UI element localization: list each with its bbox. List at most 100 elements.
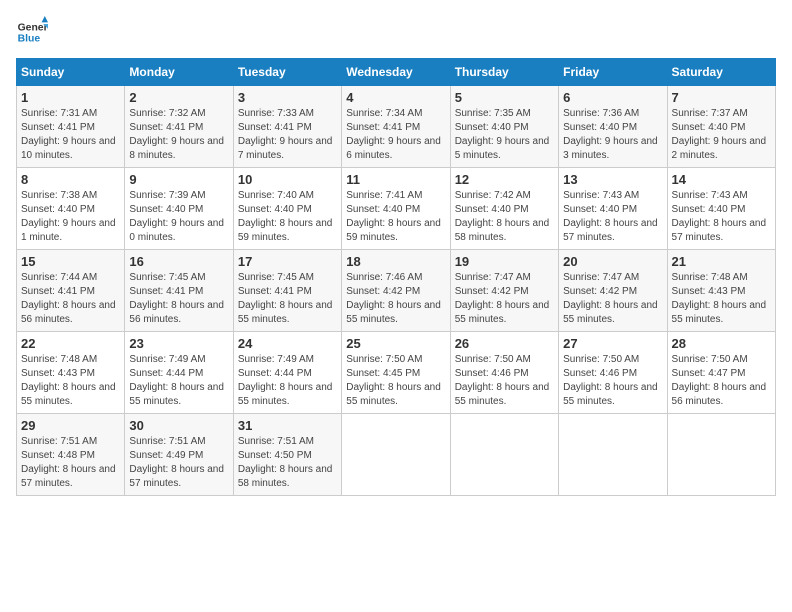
- day-number: 24: [238, 336, 337, 351]
- day-info: Sunrise: 7:49 AMSunset: 4:44 PMDaylight:…: [238, 354, 333, 407]
- calendar-cell: 23 Sunrise: 7:49 AMSunset: 4:44 PMDaylig…: [125, 332, 233, 414]
- day-number: 14: [672, 172, 771, 187]
- day-number: 29: [21, 418, 120, 433]
- day-info: Sunrise: 7:50 AMSunset: 4:45 PMDaylight:…: [346, 354, 441, 407]
- calendar-cell: 15 Sunrise: 7:44 AMSunset: 4:41 PMDaylig…: [17, 250, 125, 332]
- day-info: Sunrise: 7:40 AMSunset: 4:40 PMDaylight:…: [238, 190, 333, 243]
- day-info: Sunrise: 7:31 AMSunset: 4:41 PMDaylight:…: [21, 108, 116, 161]
- weekday-header-friday: Friday: [559, 59, 667, 86]
- day-info: Sunrise: 7:47 AMSunset: 4:42 PMDaylight:…: [563, 272, 658, 325]
- calendar-cell: 3 Sunrise: 7:33 AMSunset: 4:41 PMDayligh…: [233, 86, 341, 168]
- day-info: Sunrise: 7:51 AMSunset: 4:50 PMDaylight:…: [238, 436, 333, 489]
- day-number: 10: [238, 172, 337, 187]
- weekday-header-tuesday: Tuesday: [233, 59, 341, 86]
- day-info: Sunrise: 7:38 AMSunset: 4:40 PMDaylight:…: [21, 190, 116, 243]
- day-info: Sunrise: 7:50 AMSunset: 4:46 PMDaylight:…: [455, 354, 550, 407]
- calendar-cell: 8 Sunrise: 7:38 AMSunset: 4:40 PMDayligh…: [17, 168, 125, 250]
- weekday-header-sunday: Sunday: [17, 59, 125, 86]
- calendar-cell: [559, 414, 667, 496]
- day-number: 22: [21, 336, 120, 351]
- calendar-cell: 26 Sunrise: 7:50 AMSunset: 4:46 PMDaylig…: [450, 332, 558, 414]
- day-info: Sunrise: 7:46 AMSunset: 4:42 PMDaylight:…: [346, 272, 441, 325]
- day-number: 16: [129, 254, 228, 269]
- calendar-cell: 21 Sunrise: 7:48 AMSunset: 4:43 PMDaylig…: [667, 250, 775, 332]
- day-number: 31: [238, 418, 337, 433]
- day-number: 13: [563, 172, 662, 187]
- day-number: 19: [455, 254, 554, 269]
- day-info: Sunrise: 7:51 AMSunset: 4:49 PMDaylight:…: [129, 436, 224, 489]
- day-number: 8: [21, 172, 120, 187]
- calendar-cell: 16 Sunrise: 7:45 AMSunset: 4:41 PMDaylig…: [125, 250, 233, 332]
- day-info: Sunrise: 7:33 AMSunset: 4:41 PMDaylight:…: [238, 108, 333, 161]
- day-number: 2: [129, 90, 228, 105]
- day-number: 28: [672, 336, 771, 351]
- svg-text:Blue: Blue: [18, 34, 41, 45]
- day-number: 18: [346, 254, 445, 269]
- weekday-header-monday: Monday: [125, 59, 233, 86]
- calendar-cell: [667, 414, 775, 496]
- calendar-cell: 30 Sunrise: 7:51 AMSunset: 4:49 PMDaylig…: [125, 414, 233, 496]
- day-info: Sunrise: 7:32 AMSunset: 4:41 PMDaylight:…: [129, 108, 224, 161]
- calendar-cell: 20 Sunrise: 7:47 AMSunset: 4:42 PMDaylig…: [559, 250, 667, 332]
- day-info: Sunrise: 7:45 AMSunset: 4:41 PMDaylight:…: [238, 272, 333, 325]
- calendar-cell: 6 Sunrise: 7:36 AMSunset: 4:40 PMDayligh…: [559, 86, 667, 168]
- calendar-cell: 31 Sunrise: 7:51 AMSunset: 4:50 PMDaylig…: [233, 414, 341, 496]
- calendar-cell: 5 Sunrise: 7:35 AMSunset: 4:40 PMDayligh…: [450, 86, 558, 168]
- day-number: 5: [455, 90, 554, 105]
- day-number: 25: [346, 336, 445, 351]
- day-number: 1: [21, 90, 120, 105]
- day-number: 17: [238, 254, 337, 269]
- calendar-cell: 24 Sunrise: 7:49 AMSunset: 4:44 PMDaylig…: [233, 332, 341, 414]
- day-number: 30: [129, 418, 228, 433]
- day-number: 3: [238, 90, 337, 105]
- weekday-header-thursday: Thursday: [450, 59, 558, 86]
- day-info: Sunrise: 7:36 AMSunset: 4:40 PMDaylight:…: [563, 108, 658, 161]
- day-number: 26: [455, 336, 554, 351]
- day-number: 20: [563, 254, 662, 269]
- calendar-cell: 17 Sunrise: 7:45 AMSunset: 4:41 PMDaylig…: [233, 250, 341, 332]
- calendar-cell: 11 Sunrise: 7:41 AMSunset: 4:40 PMDaylig…: [342, 168, 450, 250]
- day-number: 15: [21, 254, 120, 269]
- day-number: 27: [563, 336, 662, 351]
- calendar-cell: 28 Sunrise: 7:50 AMSunset: 4:47 PMDaylig…: [667, 332, 775, 414]
- logo: General Blue: [16, 16, 48, 48]
- calendar-cell: 13 Sunrise: 7:43 AMSunset: 4:40 PMDaylig…: [559, 168, 667, 250]
- day-number: 21: [672, 254, 771, 269]
- calendar-table: SundayMondayTuesdayWednesdayThursdayFrid…: [16, 58, 776, 496]
- calendar-cell: [342, 414, 450, 496]
- calendar-cell: 4 Sunrise: 7:34 AMSunset: 4:41 PMDayligh…: [342, 86, 450, 168]
- day-info: Sunrise: 7:50 AMSunset: 4:47 PMDaylight:…: [672, 354, 767, 407]
- day-number: 6: [563, 90, 662, 105]
- day-info: Sunrise: 7:50 AMSunset: 4:46 PMDaylight:…: [563, 354, 658, 407]
- day-info: Sunrise: 7:42 AMSunset: 4:40 PMDaylight:…: [455, 190, 550, 243]
- day-info: Sunrise: 7:35 AMSunset: 4:40 PMDaylight:…: [455, 108, 550, 161]
- day-info: Sunrise: 7:45 AMSunset: 4:41 PMDaylight:…: [129, 272, 224, 325]
- logo-icon: General Blue: [16, 16, 48, 48]
- day-number: 12: [455, 172, 554, 187]
- calendar-cell: 22 Sunrise: 7:48 AMSunset: 4:43 PMDaylig…: [17, 332, 125, 414]
- weekday-header-saturday: Saturday: [667, 59, 775, 86]
- calendar-cell: 19 Sunrise: 7:47 AMSunset: 4:42 PMDaylig…: [450, 250, 558, 332]
- day-info: Sunrise: 7:51 AMSunset: 4:48 PMDaylight:…: [21, 436, 116, 489]
- calendar-cell: 9 Sunrise: 7:39 AMSunset: 4:40 PMDayligh…: [125, 168, 233, 250]
- calendar-cell: 29 Sunrise: 7:51 AMSunset: 4:48 PMDaylig…: [17, 414, 125, 496]
- day-info: Sunrise: 7:39 AMSunset: 4:40 PMDaylight:…: [129, 190, 224, 243]
- calendar-cell: 10 Sunrise: 7:40 AMSunset: 4:40 PMDaylig…: [233, 168, 341, 250]
- day-info: Sunrise: 7:34 AMSunset: 4:41 PMDaylight:…: [346, 108, 441, 161]
- calendar-cell: 25 Sunrise: 7:50 AMSunset: 4:45 PMDaylig…: [342, 332, 450, 414]
- calendar-cell: 27 Sunrise: 7:50 AMSunset: 4:46 PMDaylig…: [559, 332, 667, 414]
- day-number: 9: [129, 172, 228, 187]
- day-info: Sunrise: 7:41 AMSunset: 4:40 PMDaylight:…: [346, 190, 441, 243]
- calendar-cell: [450, 414, 558, 496]
- calendar-cell: 18 Sunrise: 7:46 AMSunset: 4:42 PMDaylig…: [342, 250, 450, 332]
- calendar-cell: 14 Sunrise: 7:43 AMSunset: 4:40 PMDaylig…: [667, 168, 775, 250]
- day-info: Sunrise: 7:43 AMSunset: 4:40 PMDaylight:…: [672, 190, 767, 243]
- day-number: 7: [672, 90, 771, 105]
- day-info: Sunrise: 7:49 AMSunset: 4:44 PMDaylight:…: [129, 354, 224, 407]
- day-info: Sunrise: 7:47 AMSunset: 4:42 PMDaylight:…: [455, 272, 550, 325]
- weekday-header-wednesday: Wednesday: [342, 59, 450, 86]
- day-number: 11: [346, 172, 445, 187]
- calendar-cell: 12 Sunrise: 7:42 AMSunset: 4:40 PMDaylig…: [450, 168, 558, 250]
- day-info: Sunrise: 7:48 AMSunset: 4:43 PMDaylight:…: [672, 272, 767, 325]
- calendar-cell: 7 Sunrise: 7:37 AMSunset: 4:40 PMDayligh…: [667, 86, 775, 168]
